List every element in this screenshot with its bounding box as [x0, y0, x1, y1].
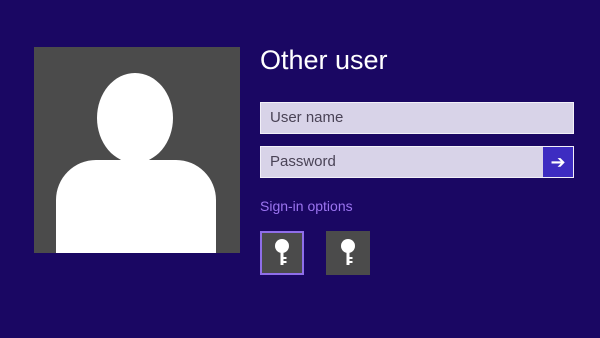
- arrow-right-icon: ➔: [550, 152, 566, 172]
- sign-in-option-key[interactable]: [326, 231, 370, 275]
- submit-button[interactable]: ➔: [543, 147, 573, 177]
- password-field[interactable]: Password ➔: [260, 146, 574, 178]
- user-avatar: [34, 47, 240, 253]
- sign-in-option-password[interactable]: [260, 231, 304, 275]
- key-icon: [275, 239, 289, 265]
- sign-in-options-link[interactable]: Sign-in options: [260, 197, 353, 215]
- username-placeholder: User name: [270, 109, 344, 126]
- page-title: Other user: [260, 45, 388, 75]
- key-icon: [341, 239, 355, 265]
- avatar-body-shape: [56, 160, 216, 253]
- lock-screen: Other user User name Password ➔ Sign-in …: [0, 0, 600, 338]
- password-placeholder: Password: [270, 153, 336, 170]
- username-field[interactable]: User name: [260, 102, 574, 134]
- avatar-head-shape: [97, 73, 173, 163]
